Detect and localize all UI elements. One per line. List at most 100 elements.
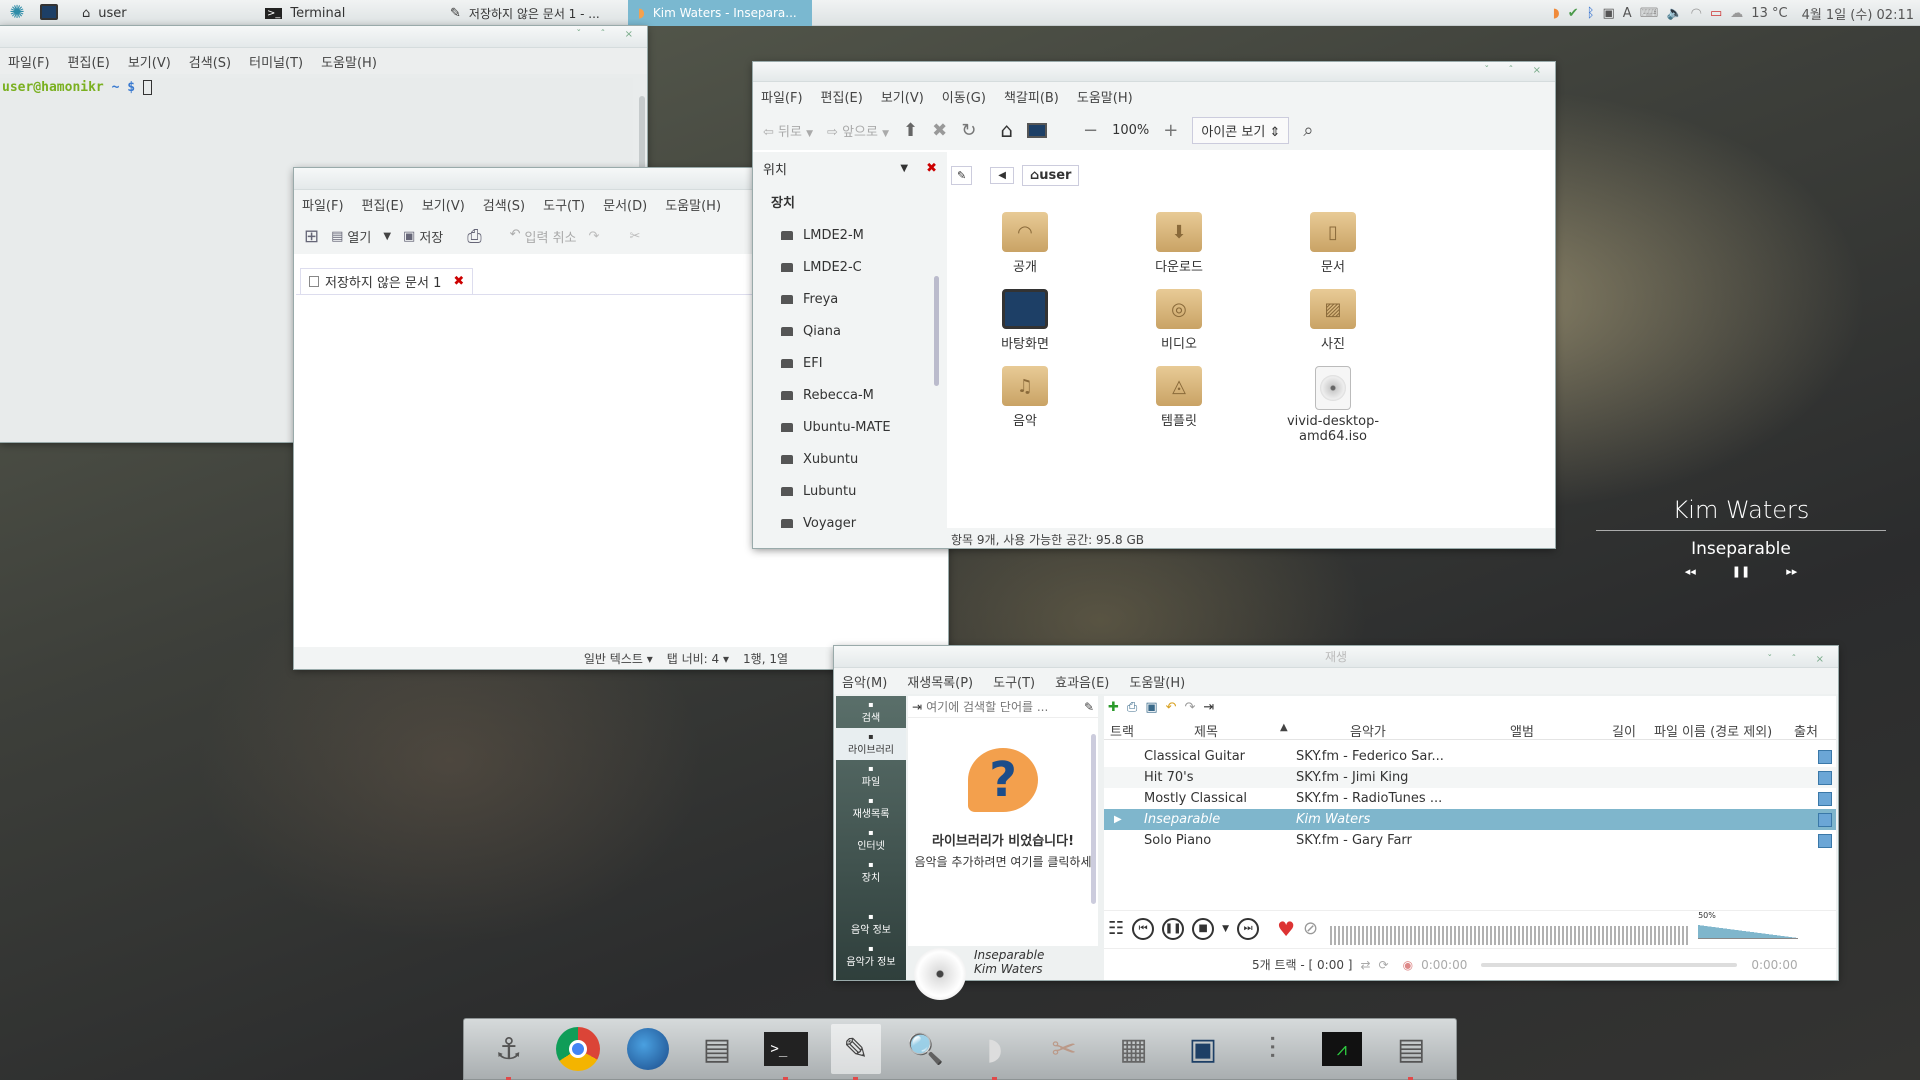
column-header[interactable]: 앨범 xyxy=(1510,721,1534,740)
chevron-down-icon[interactable]: ▼ xyxy=(806,129,813,139)
column-header[interactable]: 트랙 xyxy=(1110,721,1134,740)
player-tray-icon[interactable]: ◗ xyxy=(1553,6,1560,21)
empty-subtitle[interactable]: 음악을 추가하려면 여기를 클릭하세 xyxy=(908,853,1098,870)
volume-icon[interactable]: 🔈 xyxy=(1666,6,1682,21)
file-item[interactable]: ▨ 사진 xyxy=(1263,289,1403,352)
tab-song-info[interactable]: ▪ 음악 정보 xyxy=(836,908,906,940)
tab-library[interactable]: ▪ 라이브러리 xyxy=(836,728,906,760)
tab-device[interactable]: ▪ 장치 xyxy=(836,856,906,888)
column-header[interactable]: 제목 xyxy=(1194,721,1218,740)
print-icon[interactable]: ⎙ xyxy=(467,226,481,247)
clipboard-icon[interactable]: ▣ xyxy=(1603,6,1615,21)
sidebar-item-device[interactable]: Rebecca-M xyxy=(753,379,947,411)
dock-viewer-icon[interactable]: 🔍 xyxy=(900,1024,950,1074)
dock-chrome-icon[interactable] xyxy=(553,1024,603,1074)
shield-icon[interactable]: ✔ xyxy=(1568,6,1579,21)
undo-button[interactable]: ↶ 입력 취소 xyxy=(510,227,577,246)
playlist-row[interactable]: Hit 70's SKY.fm - Jimi King xyxy=(1104,767,1836,788)
fm-titlebar[interactable]: ˇ ˆ × xyxy=(753,62,1555,82)
save-icon[interactable]: ▣ xyxy=(1145,700,1157,715)
dock-mixer-icon[interactable]: ⫶ xyxy=(1247,1024,1297,1074)
sidebar-item-device[interactable]: EFI xyxy=(753,347,947,379)
file-item[interactable]: ♫ 음악 xyxy=(955,366,1095,429)
file-item[interactable]: ◬ 템플릿 xyxy=(1109,366,1249,429)
ban-icon[interactable]: ⊘ xyxy=(1303,918,1318,939)
sidebar-item-device[interactable]: Freya xyxy=(753,283,947,315)
dock-monitor-icon[interactable]: ⩘ xyxy=(1317,1024,1367,1074)
playlist-view-icon[interactable]: ☷ xyxy=(1108,918,1124,939)
file-item[interactable]: vivid-desktop-amd64.iso xyxy=(1263,366,1403,444)
sidebar-item-device[interactable]: LMDE2-M xyxy=(753,219,947,251)
menu-edit[interactable]: 편집(E) xyxy=(68,52,110,71)
menu-view[interactable]: 보기(V) xyxy=(422,195,465,214)
show-desktop-icon[interactable] xyxy=(40,4,58,20)
file-item[interactable]: ▯ 문서 xyxy=(1263,212,1403,275)
playlist-row[interactable]: Solo Piano SKY.fm - Gary Farr xyxy=(1104,830,1836,851)
menu-documents[interactable]: 문서(D) xyxy=(603,195,647,214)
menu-file[interactable]: 파일(F) xyxy=(302,195,344,214)
file-item[interactable]: ◎ 비디오 xyxy=(1109,289,1249,352)
home-icon[interactable]: ⌂ xyxy=(1000,118,1013,142)
library-search[interactable]: ⇥ 여기에 검색할 단어를 ... ✎ xyxy=(908,696,1098,718)
dock-settings-icon[interactable]: ✂ xyxy=(1039,1024,1089,1074)
window-controls[interactable]: ˇ ˆ × xyxy=(1767,649,1832,671)
dock-firefox-icon[interactable] xyxy=(623,1024,673,1074)
menu-file[interactable]: 파일(F) xyxy=(8,52,50,71)
lastfm-icon[interactable]: ◉ xyxy=(1403,958,1413,972)
weather-text[interactable]: 13 °C xyxy=(1751,6,1787,21)
terminal-titlebar[interactable]: ˇ ˆ × xyxy=(0,26,647,48)
chevron-down-icon[interactable]: ▼ xyxy=(1222,924,1229,934)
tab-search[interactable]: ▪ 검색 xyxy=(836,696,906,728)
menu-button[interactable]: ✺ xyxy=(6,2,28,24)
column-header[interactable]: 출처 xyxy=(1794,721,1818,740)
print-icon[interactable]: ⎙ xyxy=(1127,700,1137,715)
dock-terminal-icon[interactable]: >_ xyxy=(761,1024,811,1080)
back-button[interactable]: ⇦ 뒤로 ▼ xyxy=(763,121,813,140)
tab-file[interactable]: ▪ 파일 xyxy=(836,760,906,792)
search-icon[interactable]: ⌕ xyxy=(1303,120,1313,141)
column-header[interactable]: 파일 이름 (경로 제외) xyxy=(1654,721,1772,740)
zoom-out-icon[interactable]: − xyxy=(1083,120,1098,141)
path-left-icon[interactable]: ◀ xyxy=(990,166,1014,184)
file-item[interactable]: 바탕화면 xyxy=(955,289,1095,352)
sort-ascending-icon[interactable]: ▲ xyxy=(1280,722,1288,733)
menu-tools[interactable]: 도구(T) xyxy=(543,195,585,214)
volume-slider[interactable]: 50% xyxy=(1698,911,1799,945)
menu-go[interactable]: 이동(G) xyxy=(942,87,986,106)
tab-width-select[interactable]: 탭 너비: 4 ▾ xyxy=(667,650,729,667)
playlist-row[interactable]: Mostly Classical SKY.fm - RadioTunes ... xyxy=(1104,788,1836,809)
close-sidebar-icon[interactable]: ✖ xyxy=(926,161,937,176)
next-button[interactable]: ⏭ xyxy=(1237,917,1260,940)
column-header[interactable]: 음악가 xyxy=(1350,721,1386,740)
chevron-down-icon[interactable]: ▼ xyxy=(900,163,908,174)
zoom-in-icon[interactable]: + xyxy=(1163,120,1178,141)
pause-icon[interactable]: ❚❚ xyxy=(1732,565,1750,578)
seek-slider[interactable] xyxy=(1481,962,1738,967)
love-icon[interactable]: ♥ xyxy=(1277,917,1295,941)
dock-editor-icon[interactable]: ✎ xyxy=(830,1024,881,1080)
new-playlist-icon[interactable]: ✚ xyxy=(1108,700,1119,715)
sidebar-scrollbar[interactable] xyxy=(934,276,939,386)
menu-help[interactable]: 도움말(H) xyxy=(321,52,377,71)
column-header[interactable]: 길이 xyxy=(1612,721,1636,740)
view-select[interactable]: 아이콘 보기 ⇕ xyxy=(1192,116,1290,144)
save-button[interactable]: ▣ 저장 xyxy=(403,227,443,246)
language-select[interactable]: 일반 텍스트 ▾ xyxy=(584,650,653,667)
menu-search[interactable]: 검색(S) xyxy=(483,195,525,214)
menu-help[interactable]: 도움말(H) xyxy=(1129,672,1185,691)
window-controls[interactable]: ˇ ˆ × xyxy=(1484,65,1549,76)
sidebar-item-device[interactable]: Ubuntu-MATE xyxy=(753,411,947,443)
open-button[interactable]: ▤ 열기 ▼ xyxy=(331,227,391,246)
up-icon[interactable]: ⬆ xyxy=(903,120,918,141)
settings-icon[interactable]: ✎ xyxy=(1084,700,1094,714)
sidebar-item-device[interactable]: Lubuntu xyxy=(753,475,947,507)
dock-anchor-icon[interactable]: ⚓ xyxy=(484,1024,534,1080)
task-terminal[interactable]: >_ Terminal xyxy=(255,0,440,26)
tab-internet[interactable]: ▪ 인터넷 xyxy=(836,824,906,856)
dock-screenshot-icon[interactable]: ▣ xyxy=(1178,1024,1228,1074)
dock-archive-icon[interactable]: ▤ xyxy=(1386,1024,1436,1080)
menu-help[interactable]: 도움말(H) xyxy=(665,195,721,214)
task-player[interactable]: ◗ Kim Waters - Insepara... xyxy=(628,0,812,26)
redo-icon[interactable]: ↷ xyxy=(589,229,600,244)
dock-calculator-icon[interactable]: ▦ xyxy=(1109,1024,1159,1074)
